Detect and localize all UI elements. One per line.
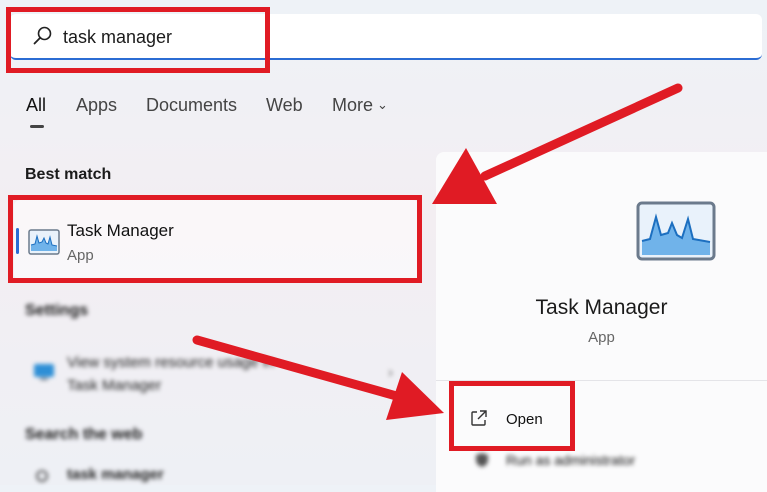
arrow-head-to-open <box>386 372 444 420</box>
annotation-arrows <box>192 83 683 420</box>
arrow-shaft-to-best-match <box>480 83 683 181</box>
arrow-shaft-to-open <box>192 335 405 402</box>
